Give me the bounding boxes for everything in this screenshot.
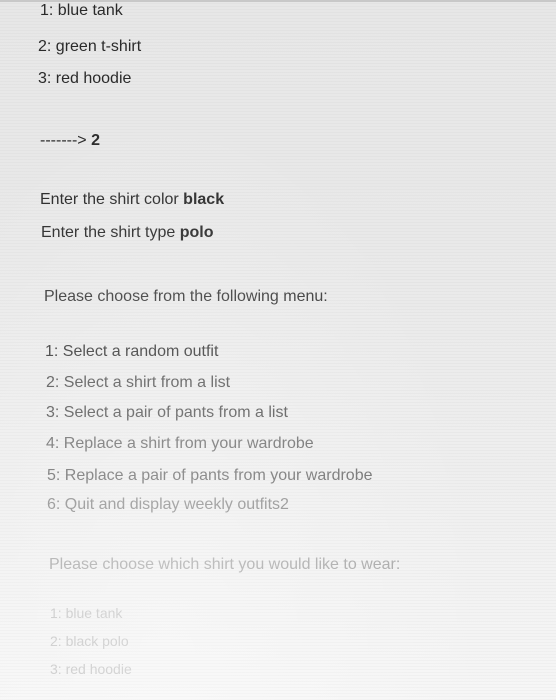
menu-item: 5: Replace a pair of pants from your war… xyxy=(47,467,373,484)
shirt-list-item: 1: blue tank xyxy=(50,605,123,621)
shirt-list-item: 2: black polo xyxy=(50,633,129,649)
menu-item: 3: Select a pair of pants from a list xyxy=(46,404,288,421)
prompt-arrow: -------> xyxy=(40,132,92,149)
type-input-value: polo xyxy=(179,224,214,241)
menu-item: 6: Quit and display weekly outfits2 xyxy=(47,496,289,513)
color-input-value: black xyxy=(183,191,225,208)
prev-list-item: 2: green t-shirt xyxy=(38,38,142,55)
input-prompt-line: -------> 2 xyxy=(40,132,100,150)
prompt-input-value: 2 xyxy=(91,132,100,149)
shirt-question: Please choose which shirt you would like… xyxy=(49,556,401,573)
prev-list-item: 1: blue tank xyxy=(40,2,123,19)
menu-item: 1: Select a random outfit xyxy=(45,343,219,360)
type-prompt-label: Enter the shirt type xyxy=(41,224,180,241)
type-prompt-line: Enter the shirt type polo xyxy=(41,224,214,242)
prev-list-item: 3: red hoodie xyxy=(38,70,132,87)
shirt-list-item: 3: red hoodie xyxy=(50,661,132,677)
menu-item: 4: Replace a shirt from your wardrobe xyxy=(46,435,314,452)
console-screen: 1: blue tank 2: green t-shirt 3: red hoo… xyxy=(0,0,556,700)
color-prompt-line: Enter the shirt color black xyxy=(40,191,224,209)
menu-item: 2: Select a shirt from a list xyxy=(46,374,231,391)
menu-header: Please choose from the following menu: xyxy=(44,288,328,305)
color-prompt-label: Enter the shirt color xyxy=(40,191,184,208)
